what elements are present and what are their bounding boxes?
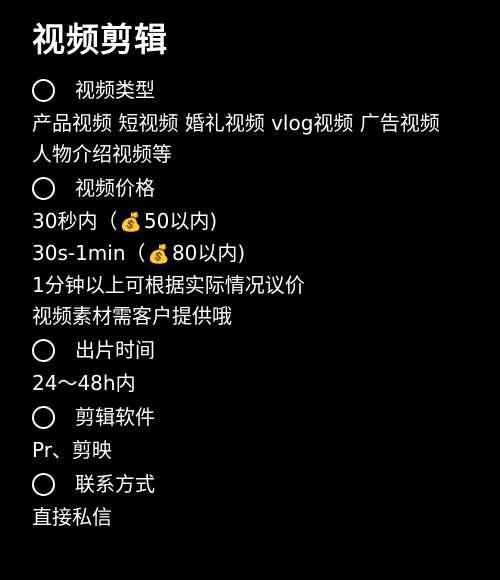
section-heading: 视频类型 <box>75 78 155 102</box>
material-note-line: 视频素材需客户提供哦 <box>32 304 232 328</box>
price-prefix: 30秒内（ <box>32 209 118 233</box>
circle-bullet-icon <box>32 472 55 496</box>
circle-bullet-icon <box>32 405 55 429</box>
section-delivery-time: 出片时间 <box>32 332 472 368</box>
money-bag-icon: 💰 <box>147 244 170 265</box>
software-line: Pr、剪映 <box>32 438 112 462</box>
circle-bullet-icon <box>32 338 55 362</box>
section-heading: 视频价格 <box>75 176 155 200</box>
page-title: 视频剪辑 <box>32 20 168 59</box>
delivery-time-line: 24～48h内 <box>32 371 136 395</box>
circle-bullet-icon <box>32 176 55 200</box>
section-editing-software: 剪辑软件 <box>32 399 472 435</box>
price-negotiable-line: 1分钟以上可根据实际情况议价 <box>32 273 305 297</box>
post-content: 视频剪辑 视频类型 产品视频 短视频 婚礼视频 vlog视频 广告视频 人物介绍… <box>32 18 472 533</box>
section-heading: 联系方式 <box>75 472 155 496</box>
section-video-type: 视频类型 <box>32 72 472 108</box>
price-line-1min: 30s-1min（ 💰 80以内) <box>32 238 472 270</box>
price-suffix: 50以内) <box>143 209 218 233</box>
section-heading: 出片时间 <box>75 338 155 362</box>
price-prefix: 30s-1min（ <box>32 241 146 265</box>
section-video-price: 视频价格 <box>32 170 472 206</box>
video-type-list: 产品视频 短视频 婚礼视频 vlog视频 广告视频 人物介绍视频等 <box>32 111 440 166</box>
contact-line: 直接私信 <box>32 505 112 529</box>
section-contact: 联系方式 <box>32 466 472 502</box>
circle-bullet-icon <box>32 78 55 102</box>
section-heading: 剪辑软件 <box>75 405 155 429</box>
money-bag-icon: 💰 <box>119 212 142 233</box>
price-suffix: 80以内) <box>171 241 246 265</box>
price-line-30s: 30秒内（ 💰 50以内) <box>32 206 472 238</box>
